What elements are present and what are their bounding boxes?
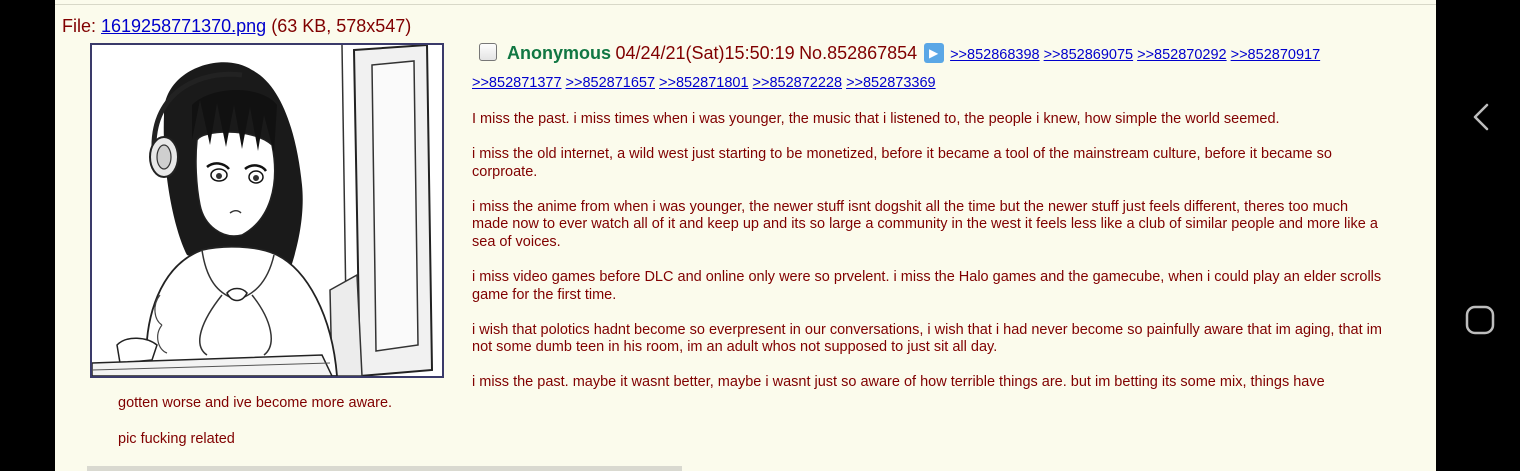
message-paragraph: pic fucking related xyxy=(118,430,235,447)
post-message: I miss the past. i miss times when i was… xyxy=(472,111,1382,410)
poster-name: Anonymous xyxy=(507,43,612,63)
backlinks-row-1: >>852868398 >>852869075 >>852870292 >>85287… xyxy=(950,46,1324,63)
message-paragraph: i miss the past. maybe it wasnt better, … xyxy=(472,374,1325,391)
file-prefix: File: xyxy=(62,16,102,36)
post-container: File: 1619258771370.png (63 KB, 578x547) xyxy=(55,0,1436,471)
post-header: Anonymous 04/24/21(Sat)15:50:19 No.85286… xyxy=(479,42,1399,65)
backlink[interactable]: >>852871657 xyxy=(566,75,656,91)
backlinks-row-2: >>852871377 >>852871657 >>852871801 >>85287… xyxy=(472,74,940,92)
message-paragraph: gotten worse and ive become more aware. xyxy=(118,395,393,411)
backlink[interactable]: >>852871377 xyxy=(472,75,562,91)
message-paragraph: i wish that polotics hadnt become so eve… xyxy=(472,321,1382,356)
backlink[interactable]: >>852873369 xyxy=(846,75,936,91)
message-paragraph: i miss video games before DLC and online… xyxy=(472,269,1382,303)
post-number[interactable]: No.852867854 xyxy=(799,43,917,63)
backlink[interactable]: >>852871801 xyxy=(659,75,749,91)
play-icon[interactable]: ▶ xyxy=(923,42,944,63)
message-paragraph: i miss the anime from when i was younger… xyxy=(472,198,1378,250)
file-link[interactable]: 1619258771370.png xyxy=(101,16,266,36)
file-info: File: 1619258771370.png (63 KB, 578x547) xyxy=(62,16,411,37)
file-meta: (63 KB, 578x547) xyxy=(266,16,412,36)
post-message-continued: gotten worse and ive become more aware. … xyxy=(118,395,392,466)
anime-girl-illustration xyxy=(92,45,442,376)
post-datetime: 04/24/21(Sat)15:50:19 xyxy=(615,43,795,63)
post-select-checkbox[interactable] xyxy=(479,42,497,61)
next-post-edge xyxy=(87,466,682,471)
backlink[interactable]: >>852870292 xyxy=(1137,47,1227,63)
post-image-thumbnail[interactable] xyxy=(90,43,444,378)
backlink[interactable]: >>852870917 xyxy=(1231,47,1321,63)
backlink[interactable]: >>852868398 xyxy=(950,47,1040,63)
system-nav-bar xyxy=(1436,0,1520,471)
backlink[interactable]: >>852872228 xyxy=(753,75,843,91)
chevron-left-icon[interactable] xyxy=(1467,102,1497,132)
message-paragraph: i miss the old internet, a wild west jus… xyxy=(472,146,1332,180)
rounded-square-icon[interactable] xyxy=(1465,305,1495,335)
message-paragraph: I miss the past. i miss times when i was… xyxy=(472,111,1280,127)
post-divider xyxy=(55,4,1436,5)
backlink[interactable]: >>852869075 xyxy=(1044,47,1134,63)
